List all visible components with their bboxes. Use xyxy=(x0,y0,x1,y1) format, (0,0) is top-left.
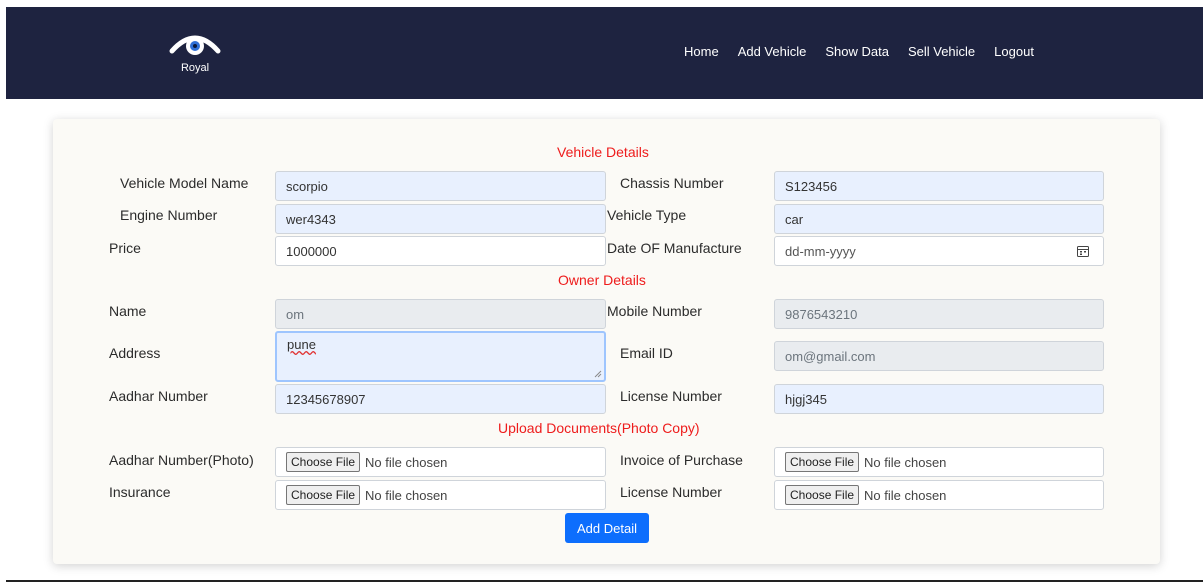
nav-add-vehicle[interactable]: Add Vehicle xyxy=(738,44,807,59)
date-placeholder: dd-mm-yyyy xyxy=(785,243,856,259)
label-name: Name xyxy=(109,303,147,319)
price-input[interactable]: 1000000 xyxy=(275,236,606,266)
label-aadhar-number: Aadhar Number xyxy=(109,388,208,404)
vehicle-type-input[interactable]: car xyxy=(774,204,1104,234)
choose-file-button[interactable]: Choose File xyxy=(286,485,361,505)
label-vehicle-model: Vehicle Model Name xyxy=(120,175,249,191)
label-price: Price xyxy=(109,240,141,256)
nav-show-data[interactable]: Show Data xyxy=(825,44,889,59)
nav-logout[interactable]: Logout xyxy=(994,44,1034,59)
section-title-vehicle: Vehicle Details xyxy=(557,144,649,160)
no-file-text: No file chosen xyxy=(864,454,947,470)
choose-file-button[interactable]: Choose File xyxy=(785,452,860,472)
top-navbar: Royal Home Add Vehicle Show Data Sell Ve… xyxy=(6,7,1203,99)
aadhar-number-input[interactable]: 12345678907 xyxy=(275,384,606,414)
label-aadhar-photo: Aadhar Number(Photo) xyxy=(109,452,254,468)
label-insurance: Insurance xyxy=(109,484,171,500)
invoice-file-input[interactable]: Choose File No file chosen xyxy=(774,447,1104,477)
eye-logo-icon xyxy=(169,35,221,55)
label-chassis-number: Chassis Number xyxy=(620,175,724,191)
engine-number-input[interactable]: wer4343 xyxy=(275,204,606,234)
license-file-input[interactable]: Choose File No file chosen xyxy=(774,480,1104,510)
label-date-of-manufacture: Date OF Manufacture xyxy=(607,240,742,256)
main-nav: Home Add Vehicle Show Data Sell Vehicle … xyxy=(684,44,1034,59)
section-title-upload: Upload Documents(Photo Copy) xyxy=(498,420,700,436)
vehicle-form-card: Vehicle Details Vehicle Model Name scorp… xyxy=(53,119,1160,564)
resize-grip-icon[interactable] xyxy=(594,370,602,378)
no-file-text: No file chosen xyxy=(365,487,448,503)
choose-file-button[interactable]: Choose File xyxy=(785,485,860,505)
no-file-text: No file chosen xyxy=(864,487,947,503)
label-address: Address xyxy=(109,345,161,361)
label-license-upload: License Number xyxy=(620,484,722,500)
chassis-number-input[interactable]: S123456 xyxy=(774,171,1104,201)
nav-home[interactable]: Home xyxy=(684,44,719,59)
add-detail-button[interactable]: Add Detail xyxy=(565,513,649,543)
date-of-manufacture-input[interactable]: dd-mm-yyyy xyxy=(774,236,1104,266)
email-id-input[interactable]: om@gmail.com xyxy=(774,341,1104,371)
owner-name-input[interactable]: om xyxy=(275,299,606,329)
label-invoice-of-purchase: Invoice of Purchase xyxy=(620,452,743,468)
label-vehicle-type: Vehicle Type xyxy=(607,207,687,223)
label-license-number: License Number xyxy=(620,388,722,404)
address-textarea[interactable]: pune xyxy=(275,331,606,382)
insurance-file-input[interactable]: Choose File No file chosen xyxy=(275,480,606,510)
vehicle-model-input[interactable]: scorpio xyxy=(275,171,606,201)
aadhar-photo-file-input[interactable]: Choose File No file chosen xyxy=(275,447,606,477)
label-mobile-number: Mobile Number xyxy=(607,303,702,319)
no-file-text: No file chosen xyxy=(365,454,448,470)
label-engine-number: Engine Number xyxy=(120,207,218,223)
license-number-input[interactable]: hjgj345 xyxy=(774,384,1104,414)
choose-file-button[interactable]: Choose File xyxy=(286,452,361,472)
footer-divider xyxy=(6,580,1203,582)
section-title-owner: Owner Details xyxy=(558,272,646,288)
nav-sell-vehicle[interactable]: Sell Vehicle xyxy=(908,44,975,59)
brand-name: Royal xyxy=(180,62,210,74)
calendar-icon[interactable] xyxy=(1077,245,1089,257)
label-email-id: Email ID xyxy=(620,345,673,361)
mobile-number-input[interactable]: 9876543210 xyxy=(774,299,1104,329)
address-value: pune xyxy=(287,337,316,352)
brand-logo[interactable]: Royal xyxy=(166,29,246,81)
